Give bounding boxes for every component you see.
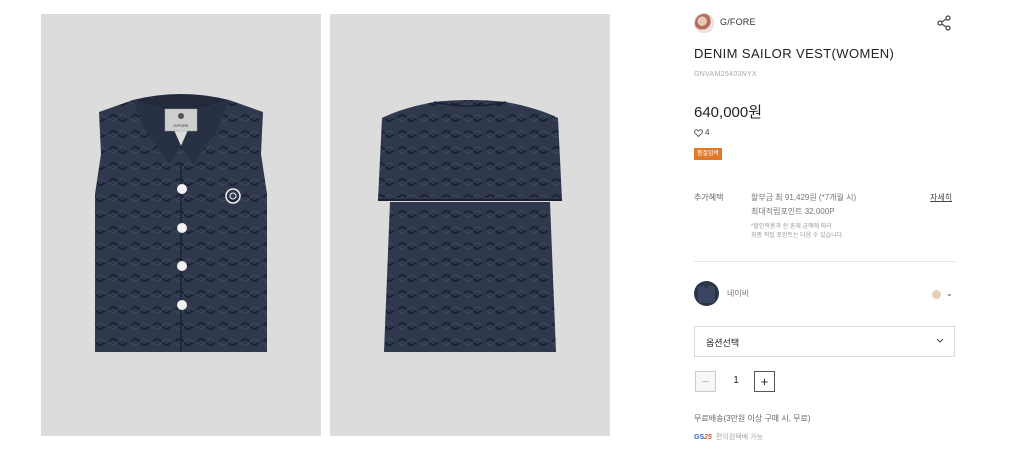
shipping-info: 무료배송(3만원 이상 구매 시, 무료) [694, 414, 811, 423]
quantity-value: 1 [733, 375, 739, 386]
garment-tag-text: G/FORE [173, 123, 189, 128]
brand-row: G/FORE [694, 13, 956, 35]
product-code: GNVAM25403NYX [694, 71, 757, 78]
product-title: DENIM SAILOR VEST(WOMEN) [694, 46, 895, 61]
product-image-back[interactable] [330, 14, 610, 436]
option-select-label: 옵션선택 [706, 338, 740, 348]
gs-logo-accent: 25 [704, 433, 712, 441]
like-count: 4 [705, 128, 710, 137]
share-icon[interactable] [936, 15, 952, 31]
store-pickup-text: 편의점택배 가능 [715, 434, 763, 441]
like-button[interactable]: 4 [694, 128, 709, 137]
quantity-increase-button[interactable]: + [754, 371, 775, 392]
benefit-note: 최종 적립 포인트는 다음 수 있습니다. [751, 233, 844, 239]
gs-logo-main: GS [694, 433, 705, 441]
heart-icon [694, 128, 703, 137]
chevron-down-icon[interactable]: ⌄ [946, 289, 953, 298]
store-pickup-row: GS25 편의점택배 가능 [694, 432, 763, 442]
brand-avatar[interactable] [694, 13, 714, 33]
benefit-label: 추가혜택 [694, 193, 724, 202]
benefit-detail-link[interactable]: 자세히 [930, 192, 952, 203]
color-name: 네이비 [727, 289, 750, 298]
quantity-decrease-button[interactable]: − [695, 371, 716, 392]
gs25-logo: GS25 [694, 434, 712, 441]
color-swatch-navy[interactable] [694, 281, 719, 306]
benefit-note: *할인적용과 쉰 혼재 금액에 따라 [751, 224, 832, 230]
color-option-dot[interactable] [932, 290, 941, 299]
installment-text: 할부금 최 91,429원 (*7개월 시) [751, 193, 857, 202]
option-select[interactable]: 옵션선택 [694, 326, 955, 357]
product-price: 640,000원 [694, 104, 763, 121]
product-image-front[interactable]: G/FORE [41, 14, 321, 436]
points-text: 최대적립포인트 32,000P [751, 207, 835, 216]
divider [694, 261, 956, 262]
chevron-down-icon [936, 338, 944, 343]
brand-name[interactable]: G/FORE [720, 17, 756, 27]
status-badge: 품절임박 [694, 148, 723, 160]
